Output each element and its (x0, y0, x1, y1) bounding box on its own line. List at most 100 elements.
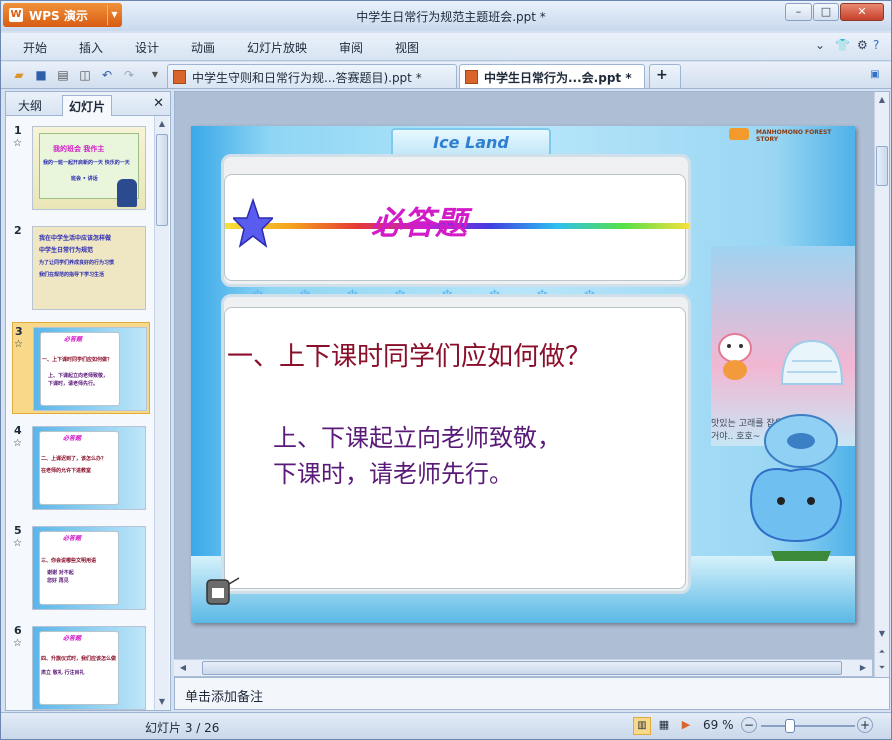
scroll-down-icon[interactable]: ▼ (875, 626, 889, 642)
slide-thumbnail-6[interactable]: 6 ☆ 必答题 四、升旗仪式时，我们应该怎么做 肃立 敬礼 行注目礼 (12, 622, 150, 710)
pig-character-icon (718, 333, 752, 380)
thumb-text: 我在中学生活中应该怎样做 (39, 235, 112, 242)
chevron-down-icon[interactable]: ⌄ (815, 38, 825, 52)
scroll-up-icon[interactable]: ▲ (155, 116, 169, 132)
thumb-preview: 我在中学生活中应该怎样做 中学生日常行为规范 为了让同学们养成良好的行为习惯 我… (32, 226, 146, 310)
tab-document-2[interactable]: 中学生日常行为...会.ppt * (459, 64, 645, 88)
slide-thumbnail-2[interactable]: 2 我在中学生活中应该怎样做 中学生日常行为规范 为了让同学们养成良好的行为习惯… (12, 222, 150, 314)
tab-document-1[interactable]: 中学生守则和日常行为规...答赛题目).ppt * (167, 64, 457, 88)
tab-list-icon[interactable]: ▣ (867, 67, 883, 83)
menu-design[interactable]: 设计 (135, 39, 159, 56)
tab-outline[interactable]: 大纲 (12, 95, 48, 116)
zoom-slider[interactable] (761, 725, 855, 727)
menu-view[interactable]: 视图 (395, 39, 419, 56)
previous-slide-icon[interactable]: ⏶ (875, 644, 889, 660)
customize-toolbar-icon[interactable]: ▼ (147, 67, 163, 83)
menu-home[interactable]: 开始 (23, 39, 47, 56)
plus-icon: + (656, 67, 668, 83)
scroll-thumb[interactable] (156, 134, 168, 226)
thumb-text: 下课时，请老师先行。 (48, 381, 99, 387)
notes-placeholder[interactable]: 单击添加备注 (185, 686, 263, 705)
minimize-button[interactable]: – (785, 3, 812, 21)
thumb-text: 我的一班一起开启新的一天 快乐的一天 (43, 160, 130, 166)
editor-horizontal-scrollbar[interactable]: ◀ ▶ (174, 659, 872, 676)
thumb-number: 6 (14, 624, 22, 637)
normal-view-icon[interactable]: ▥ (633, 717, 651, 735)
thumb-preview: 必答题 四、升旗仪式时，我们应该怎么做 肃立 敬礼 行注目礼 (32, 626, 146, 710)
panel-tabs: 大纲 幻灯片 ✕ (6, 92, 170, 116)
editor-vertical-scrollbar[interactable]: ▲ ▼ ⏶ ⏷ (874, 92, 889, 678)
thumb-text: 您好 再见 (47, 578, 69, 584)
slide-sorter-icon[interactable]: ▦ (655, 717, 673, 735)
answer-line-2: 下课时，请老师先行。 (273, 460, 513, 488)
ppt-file-icon (465, 70, 478, 84)
open-folder-icon[interactable]: ▰ (11, 67, 27, 83)
thumb-text: 为了让同学们养成良好的行为习惯 (39, 260, 115, 266)
animation-star-icon: ☆ (14, 339, 23, 350)
thumb-text: 四、升旗仪式时，我们应该怎么做 (41, 656, 117, 662)
ppt-file-icon (173, 70, 186, 84)
menu-review[interactable]: 审阅 (339, 39, 363, 56)
animation-star-icon: ☆ (13, 538, 22, 549)
animation-star-icon: ☆ (13, 438, 22, 449)
app-window: W WPS 演示 ▼ 中学生日常行为规范主题班会.ppt * – □ ✕ 开始 … (0, 0, 892, 740)
new-tab-button[interactable]: + (649, 64, 681, 88)
print-icon[interactable]: ▤ (55, 67, 71, 83)
thumb-text: 上、下课起立向老师致敬， (48, 373, 109, 379)
close-button[interactable]: ✕ (840, 3, 884, 21)
brand-text: MANHOMONO FOREST STORY (756, 129, 832, 143)
thumb-text: 班会 • 讲话 (71, 176, 98, 182)
panel-close-icon[interactable]: ✕ (153, 96, 164, 111)
thumb-number: 5 (14, 524, 22, 537)
menu-slideshow[interactable]: 幻灯片放映 (247, 39, 307, 56)
penguin-character-icon (206, 577, 240, 605)
next-slide-icon[interactable]: ⏷ (875, 660, 889, 676)
title-bar: W WPS 演示 ▼ 中学生日常行为规范主题班会.ppt * – □ ✕ (1, 1, 891, 31)
slide-canvas[interactable]: Ice Land MANHOMONO FOREST STORY 必答题 ❄❄❄❄… (191, 126, 855, 623)
scroll-thumb[interactable] (876, 146, 888, 186)
thumb-text: 肃立 敬礼 行注目礼 (41, 670, 85, 676)
tab-label: 中学生守则和日常行为规...答赛题目).ppt * (192, 71, 422, 85)
slide-thumbnail-4[interactable]: 4 ☆ 必答题 二、上课迟到了，该怎么办？ 在老师的允许下进教室 (12, 422, 150, 514)
scroll-right-icon[interactable]: ▶ (856, 660, 870, 676)
notes-pane[interactable]: 单击添加备注 (174, 677, 890, 710)
menu-bar: 开始 插入 设计 动画 幻灯片放映 审阅 视图 ⌄ 👕 ⚙ ? (1, 33, 891, 61)
help-icon[interactable]: ? (873, 38, 879, 52)
thumb-preview: 必答题 三、你会说哪些文明用语 谢谢 对不起 您好 再见 (32, 526, 146, 610)
scroll-thumb[interactable] (202, 661, 842, 675)
slides-panel: 大纲 幻灯片 ✕ 1 ☆ 我的班会 我作主 我的一班一起开启新的一天 快乐的一天… (5, 91, 171, 711)
skin-shirt-icon[interactable]: 👕 (835, 38, 850, 52)
slide-thumbnail-3[interactable]: 3 ☆ 必答题 一、上下课时同学们应如何做？ 上、下课起立向老师致敬， 下课时，… (12, 322, 150, 414)
print-preview-icon[interactable]: ◫ (77, 67, 93, 83)
tab-slides[interactable]: 幻灯片 (62, 95, 113, 116)
scroll-left-icon[interactable]: ◀ (176, 660, 190, 676)
panel-scrollbar[interactable]: ▲ ▼ (154, 116, 169, 710)
slide-thumbnail-5[interactable]: 5 ☆ 必答题 三、你会说哪些文明用语 谢谢 对不起 您好 再见 (12, 522, 150, 614)
thumb-number: 2 (14, 224, 22, 237)
redo-icon[interactable]: ↷ (121, 67, 137, 83)
thumb-number: 3 (15, 325, 23, 338)
chevron-down-icon: ▼ (107, 5, 121, 25)
wps-menu-button[interactable]: W WPS 演示 ▼ (3, 3, 122, 27)
settings-icon[interactable]: ⚙ (857, 38, 868, 52)
maximize-button[interactable]: □ (813, 3, 839, 21)
zoom-slider-handle[interactable] (785, 719, 795, 733)
animation-star-icon: ☆ (13, 638, 22, 649)
slideshow-icon[interactable]: ▶ (677, 717, 695, 735)
wps-logo-icon: W (9, 8, 23, 22)
save-icon[interactable]: ■ (33, 67, 49, 83)
menu-insert[interactable]: 插入 (79, 39, 103, 56)
answer-line-1: 上、下课起立向老师致敬， (273, 424, 561, 452)
scroll-up-icon[interactable]: ▲ (875, 92, 889, 108)
zoom-in-button[interactable]: + (857, 717, 873, 733)
undo-icon[interactable]: ↶ (99, 67, 115, 83)
igloo-icon (780, 339, 844, 385)
slide-thumbnail-1[interactable]: 1 ☆ 我的班会 我作主 我的一班一起开启新的一天 快乐的一天 班会 • 讲话 (12, 122, 150, 214)
slide-indicator: 幻灯片 3 / 26 (145, 721, 220, 735)
zoom-level: 69 % (703, 718, 734, 732)
thumb-text: 中学生日常行为规范 (39, 247, 94, 254)
thumb-text: 谢谢 对不起 (47, 570, 74, 576)
menu-animation[interactable]: 动画 (191, 39, 215, 56)
scroll-down-icon[interactable]: ▼ (155, 694, 169, 710)
zoom-out-button[interactable]: − (741, 717, 757, 733)
